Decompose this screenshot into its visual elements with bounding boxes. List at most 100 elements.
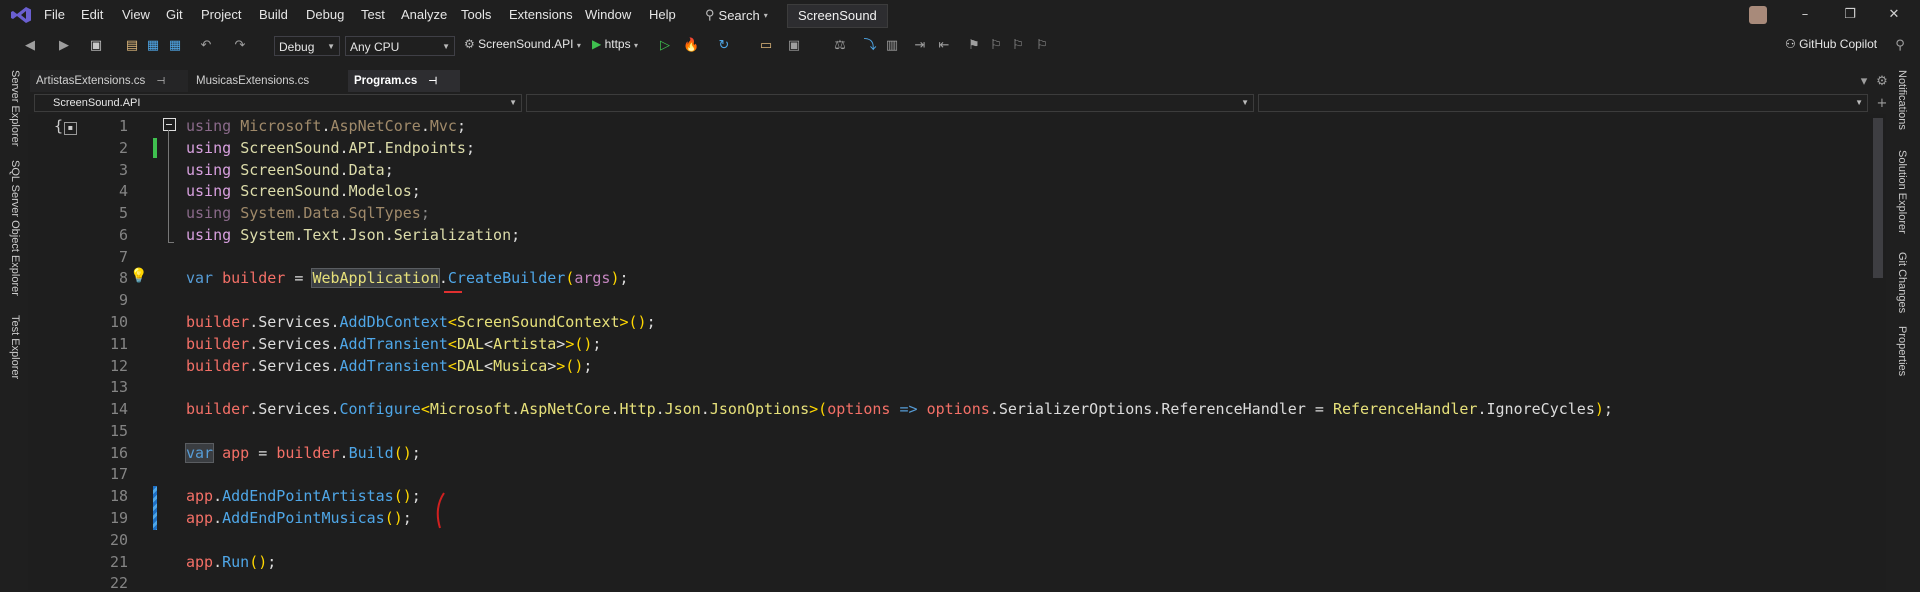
git-changes-tab[interactable]: Git Changes: [1896, 252, 1908, 313]
code-token: (): [393, 444, 412, 462]
tab-artistasextensions[interactable]: ArtistasExtensions.cs ⊣ ✕: [30, 70, 188, 110]
code-token: Microsoft: [429, 400, 512, 418]
menu-tools[interactable]: Tools: [461, 7, 491, 22]
restore-icon[interactable]: ❐: [1840, 6, 1860, 24]
menu-extensions[interactable]: Extensions: [509, 7, 573, 22]
code-line: builder.Services.AddDbContext<ScreenSoun…: [186, 313, 656, 331]
code-token: Modelos: [348, 182, 412, 200]
pin-icon[interactable]: ⊣: [428, 76, 437, 87]
bookmark-icon[interactable]: ⚑: [966, 38, 982, 54]
split-icon[interactable]: +: [1874, 96, 1890, 112]
line-number: 19: [109, 509, 128, 527]
code-token: Http: [619, 400, 656, 418]
code-line: app.AddEndPointMusicas();: [186, 509, 412, 527]
code-token: ;: [411, 182, 421, 200]
tab-program[interactable]: Program.cs ⊣ ✕: [348, 70, 460, 110]
settings-icon[interactable]: ⚙: [1874, 74, 1890, 90]
redo-icon[interactable]: ↷: [232, 38, 248, 54]
test-explorer-tab[interactable]: Test Explorer: [9, 315, 21, 379]
code-token: .: [339, 204, 349, 222]
menu-debug[interactable]: Debug: [306, 7, 344, 22]
scope-icon: ▪: [64, 122, 77, 135]
code-token: <: [484, 357, 494, 375]
menu-help[interactable]: Help: [649, 7, 676, 22]
member-nav-dropdown[interactable]: ▼: [1258, 94, 1868, 112]
code-token: .: [330, 357, 340, 375]
menu-project[interactable]: Project: [201, 7, 241, 22]
code-token: Json: [664, 400, 701, 418]
open-folder-icon[interactable]: ▤: [124, 38, 140, 54]
solution-explorer-tab[interactable]: Solution Explorer: [1896, 150, 1908, 234]
menu-window[interactable]: Window: [585, 7, 631, 22]
type-nav-dropdown[interactable]: ▼: [526, 94, 1254, 112]
code-token: <: [420, 400, 430, 418]
code-line: app.Run();: [186, 553, 276, 571]
code-token: options: [827, 400, 891, 418]
menu-view[interactable]: View: [122, 7, 150, 22]
code-token: >: [547, 357, 557, 375]
menu-file[interactable]: File: [44, 7, 65, 22]
back-icon[interactable]: ◀: [22, 38, 38, 54]
save-all-icon[interactable]: ▦: [167, 38, 183, 54]
step-icon[interactable]: ⤵: [862, 38, 878, 54]
code-token: .: [249, 357, 259, 375]
chevron-down-icon: ▼: [327, 42, 335, 51]
line-number: 15: [109, 422, 128, 440]
clear-bookmarks-icon[interactable]: ⚐: [1034, 38, 1050, 54]
browser-link-icon[interactable]: ▣: [786, 38, 802, 54]
forward-icon[interactable]: ▶: [56, 38, 72, 54]
outdent-icon[interactable]: ⇤: [936, 38, 952, 54]
avatar[interactable]: [1749, 6, 1767, 24]
close-icon[interactable]: ✕: [1884, 6, 1904, 24]
compare-icon[interactable]: ⚖: [832, 38, 848, 54]
platform-dropdown[interactable]: Any CPU ▼: [345, 36, 455, 56]
configuration-dropdown[interactable]: Debug ▼: [274, 36, 340, 56]
lightbulb-icon[interactable]: 💡: [130, 268, 147, 284]
menu-git[interactable]: Git: [166, 7, 183, 22]
new-item-icon[interactable]: ▣: [88, 38, 104, 54]
code-token: System: [240, 226, 295, 244]
line-number: 2: [118, 139, 128, 157]
notifications-tab[interactable]: Notifications: [1896, 70, 1908, 130]
menu-test[interactable]: Test: [361, 7, 385, 22]
code-token: app: [186, 487, 214, 505]
dropdown-icon[interactable]: ▾: [1856, 74, 1872, 90]
prev-bookmark-icon[interactable]: ⚐: [988, 38, 1004, 54]
indent-icon[interactable]: ⇥: [912, 38, 928, 54]
undo-icon[interactable]: ↶: [198, 38, 214, 54]
project-nav-dropdown[interactable]: ScreenSound.API ▼: [34, 94, 522, 112]
startup-project-dropdown[interactable]: ⚙ ScreenSound.API ▾: [464, 37, 581, 51]
code-token: JsonOptions: [709, 400, 810, 418]
code-token: builder: [276, 444, 340, 462]
layout-icon[interactable]: ▥: [884, 38, 900, 54]
play-icon: ▶: [592, 37, 602, 51]
start-without-debugging-icon[interactable]: ▷: [657, 38, 673, 54]
pin-icon[interactable]: ⊣: [157, 76, 166, 87]
sql-server-object-explorer-tab[interactable]: SQL Server Object Explorer: [9, 160, 21, 296]
menu-analyze[interactable]: Analyze: [401, 7, 447, 22]
server-explorer-tab[interactable]: Server Explorer: [9, 70, 21, 146]
visual-studio-logo-icon[interactable]: [10, 6, 32, 24]
code-line: app.AddEndPointArtistas();: [186, 487, 421, 505]
feedback-icon[interactable]: ⚲: [1892, 38, 1908, 54]
minimize-icon[interactable]: –: [1795, 6, 1815, 24]
code-line: using ScreenSound.Data;: [186, 161, 394, 179]
run-button[interactable]: ▶ https ▾: [592, 37, 638, 51]
scrollbar-thumb[interactable]: [1873, 118, 1883, 278]
code-token: <: [447, 313, 457, 331]
refresh-icon[interactable]: ↻: [716, 38, 732, 54]
hot-reload-icon[interactable]: 🔥: [683, 38, 699, 54]
next-bookmark-icon[interactable]: ⚐: [1010, 38, 1026, 54]
line-number: 14: [109, 400, 128, 418]
collapse-icon-minus: [166, 124, 172, 125]
menu-build[interactable]: Build: [259, 7, 288, 22]
folder-icon[interactable]: ▭: [758, 38, 774, 54]
github-copilot-button[interactable]: ⚇ GitHub Copilot: [1785, 37, 1877, 51]
tab-musicasextensions[interactable]: MusicasExtensions.cs: [190, 70, 350, 92]
search-box[interactable]: ⚲ Search ▾: [705, 6, 768, 24]
properties-tab[interactable]: Properties: [1896, 326, 1908, 376]
code-token: .: [438, 269, 448, 287]
menu-edit[interactable]: Edit: [81, 7, 103, 22]
code-token: CreateBuilder: [447, 269, 566, 287]
save-icon[interactable]: ▦: [145, 38, 161, 54]
